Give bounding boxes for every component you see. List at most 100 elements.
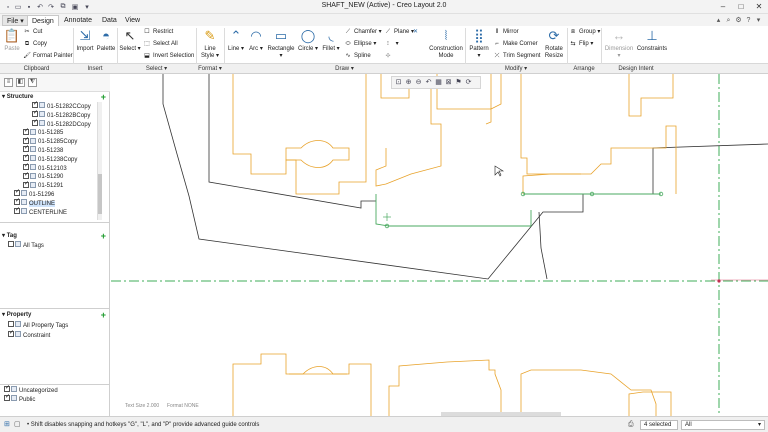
structure-item[interactable]: CENTERLINE — [14, 206, 67, 218]
pattern-button[interactable]: ⣿ Pattern ▾ — [467, 28, 491, 60]
checkbox[interactable] — [8, 329, 14, 338]
origin-point[interactable] — [717, 279, 721, 283]
structure-item[interactable]: 01-51282DCopy — [32, 118, 91, 130]
tab-annotate[interactable]: Annotate — [60, 15, 96, 26]
tag-header[interactable]: ▾ Tag + — [2, 232, 108, 241]
pan-icon[interactable]: ↶ — [424, 78, 433, 88]
part-01-51291[interactable] — [485, 74, 502, 125]
collapse-ribbon-icon[interactable]: ▴ — [714, 16, 723, 25]
checkbox[interactable] — [14, 197, 20, 206]
status-graphics-icon[interactable]: ▢ — [14, 420, 21, 430]
zoom-in-icon[interactable]: ⊕ — [404, 78, 413, 88]
checkbox[interactable] — [23, 127, 29, 136]
ellipse-button[interactable]: ⬭ Ellipse ▾ — [344, 40, 376, 49]
spline-button[interactable]: ∿ Spline — [344, 52, 370, 61]
select-all-button[interactable]: ⬚ Select All — [143, 40, 178, 49]
snap-icon[interactable]: ⊠ — [444, 78, 453, 88]
add-structure-icon[interactable]: + — [101, 93, 106, 102]
checkbox[interactable] — [4, 384, 10, 393]
checkbox[interactable] — [8, 321, 14, 328]
selection-filter[interactable]: All ▾ — [681, 420, 765, 430]
maximize-button[interactable]: □ — [732, 1, 750, 13]
part-01-51282B[interactable] — [628, 74, 674, 117]
part-01-51282C[interactable] — [522, 173, 581, 194]
fillet-button[interactable]: ◟ Fillet ▾ — [320, 28, 342, 53]
status-tree-icon[interactable]: ⊞ — [4, 420, 10, 430]
shaft-outline[interactable] — [162, 74, 768, 280]
checkbox[interactable] — [23, 136, 29, 145]
rectangle-button[interactable]: ▭ Rectangle ▾ — [266, 28, 296, 60]
property-header[interactable]: ▾ Property + — [2, 311, 108, 320]
part-01-51285[interactable] — [232, 74, 367, 195]
structure-item[interactable]: 01-51291 — [23, 180, 63, 191]
layers-icon[interactable]: ◧ — [16, 78, 25, 87]
close-button[interactable]: ✕ — [750, 1, 768, 13]
line-style-button[interactable]: ✎ Line Style ▾ — [199, 28, 221, 60]
search-icon[interactable]: ⌕ — [724, 16, 733, 25]
coordinate-system-button[interactable]: ⊹ — [384, 52, 394, 61]
shaft-outline[interactable] — [538, 211, 548, 280]
circle-button[interactable]: ◯ Circle ▾ — [296, 28, 320, 53]
chamfer-button[interactable]: ⟋ Chamfer ▾ — [344, 28, 382, 37]
show-tree-icon[interactable]: ≡ — [4, 78, 13, 87]
construction-mode-button[interactable]: ⦚ Construction Mode — [428, 28, 464, 60]
copy-button[interactable]: ⧉ Copy — [23, 40, 47, 49]
checkbox[interactable] — [4, 393, 10, 402]
display-style-icon[interactable]: ⚑ — [454, 78, 463, 88]
constraints-button[interactable]: ⊥ Constraints — [635, 28, 669, 53]
tab-design[interactable]: Design — [27, 15, 59, 26]
zoom-out-icon[interactable]: ⊖ — [414, 78, 423, 88]
paste-button[interactable]: 📋 Paste — [3, 28, 21, 53]
select-button[interactable]: ↖ Select ▾ — [119, 28, 141, 53]
invert-selection-button[interactable]: ⬓ Invert Selection — [143, 52, 194, 61]
refit-icon[interactable]: ⊡ — [394, 78, 403, 88]
checkbox[interactable] — [23, 144, 29, 153]
sketch-geometry[interactable] — [111, 74, 768, 416]
structure-header[interactable]: ▾ Structure + — [2, 93, 108, 102]
close-sketch-icon[interactable]: ✕ — [413, 28, 418, 37]
group-label-draw[interactable]: Draw ▾ — [224, 65, 465, 73]
group-label-format[interactable]: Format ▾ — [196, 65, 224, 73]
settings-icon[interactable]: ⚙ — [734, 16, 743, 25]
restrict-button[interactable]: ☐ Restrict — [143, 28, 173, 37]
minimize-button[interactable]: – — [714, 1, 732, 13]
selected-sketch[interactable] — [375, 194, 532, 227]
group-button[interactable]: ⧈ Group ▾ — [569, 28, 600, 37]
layer-public[interactable]: Public — [4, 393, 35, 405]
checkbox[interactable] — [23, 162, 29, 171]
group-label-select[interactable]: Select ▾ — [117, 65, 196, 73]
checkbox[interactable] — [23, 180, 29, 189]
structure-scroll-thumb[interactable] — [98, 174, 102, 214]
add-tag-icon[interactable]: + — [101, 232, 106, 241]
tab-view[interactable]: View — [121, 15, 144, 26]
ribbon-options-icon[interactable]: ▾ — [754, 16, 763, 25]
group-label-modify[interactable]: Modify ▾ — [465, 65, 567, 73]
checkbox[interactable] — [32, 100, 38, 109]
part-copy-lower-2[interactable] — [388, 359, 502, 416]
checkbox[interactable] — [14, 206, 20, 215]
drawing-canvas[interactable]: ⊡ ⊕ ⊖ ↶ ▦ ⊠ ⚑ ⟳ Text Size 2.000 Format N… — [111, 74, 768, 416]
arc-button[interactable]: ◠ Arc ▾ — [246, 28, 266, 53]
part-01-51238[interactable] — [285, 140, 350, 168]
make-corner-button[interactable]: ⌐ Make Corner — [493, 40, 537, 49]
checkbox[interactable] — [23, 153, 29, 162]
structure-scrollbar[interactable] — [97, 102, 102, 220]
grid-icon[interactable]: ▦ — [434, 78, 443, 88]
part-01-512103[interactable] — [375, 74, 442, 187]
palette-button[interactable]: ◓ Palette — [95, 28, 117, 53]
checkbox[interactable] — [23, 171, 29, 180]
checkbox[interactable] — [32, 109, 38, 118]
import-button[interactable]: ⇲ Import — [75, 28, 95, 53]
checkbox[interactable] — [14, 188, 20, 197]
flip-button[interactable]: ⇆ Flip ▾ — [569, 40, 593, 49]
property-item-constraint[interactable]: Constraint — [8, 329, 50, 341]
point-button[interactable]: ⁝ ▾ — [384, 40, 399, 49]
checkbox[interactable] — [8, 241, 14, 248]
tag-item-all-tags[interactable]: All Tags — [8, 241, 44, 251]
repaint-icon[interactable]: ⟳ — [464, 78, 473, 88]
plane-button[interactable]: ⟋ Plane ▾ — [384, 28, 414, 37]
line-button[interactable]: ⌃ Line ▾ — [226, 28, 246, 53]
filter-icon[interactable]: ⧨ — [28, 78, 37, 87]
part-copy-lower[interactable] — [232, 353, 372, 416]
tab-data[interactable]: Data — [98, 15, 121, 26]
